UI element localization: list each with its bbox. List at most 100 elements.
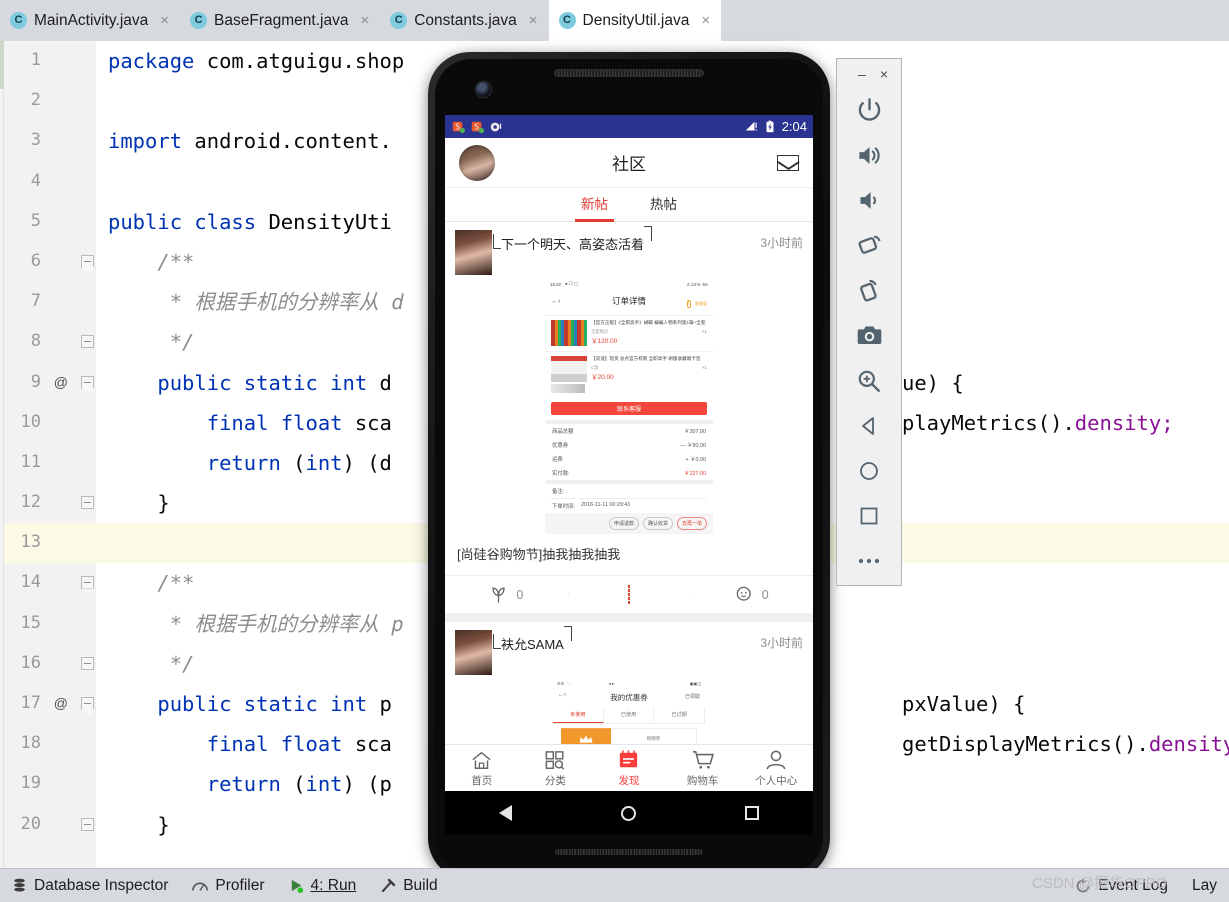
- editor-tab-basefragment[interactable]: C BaseFragment.java ×: [180, 0, 380, 41]
- nav-item-category[interactable]: 分类: [519, 745, 593, 791]
- tab-unused[interactable]: 未使用: [553, 707, 604, 724]
- gutter-line[interactable]: 14: [4, 563, 96, 603]
- rotate-right-icon[interactable]: [836, 268, 902, 313]
- annotation-gutter-icon[interactable]: @: [54, 374, 68, 390]
- android-home-icon[interactable]: [620, 805, 636, 821]
- buy-again-button[interactable]: 去再一单: [676, 517, 707, 531]
- status-item-event-log[interactable]: Event Log: [1063, 877, 1180, 895]
- back-icon[interactable]: [836, 403, 902, 448]
- tab-expired[interactable]: 已过期: [654, 707, 706, 724]
- list-item[interactable]: 下一个明天、高姿态活着 3小时前 15:22 ● ☐ ▢ 2.22% 56 ←‹…: [445, 222, 813, 576]
- nav-item-cart[interactable]: 购物车: [666, 745, 740, 791]
- home-icon[interactable]: [836, 448, 902, 493]
- android-back-icon[interactable]: [499, 805, 513, 821]
- contact-service-button[interactable]: 联系客服: [551, 402, 707, 416]
- android-navigation-bar[interactable]: [445, 791, 813, 835]
- status-item-build[interactable]: Build: [368, 877, 449, 895]
- code-fold-icon[interactable]: [81, 656, 94, 670]
- nav-item-home[interactable]: 首页: [445, 745, 519, 791]
- code-fold-icon[interactable]: [81, 576, 94, 590]
- close-icon[interactable]: ×: [160, 13, 169, 28]
- tab-new-posts[interactable]: 新帖: [575, 188, 614, 222]
- gutter-line[interactable]: 16: [4, 644, 96, 684]
- volume-down-icon[interactable]: [836, 178, 902, 223]
- close-icon[interactable]: ×: [529, 13, 538, 28]
- emulator-toolbar[interactable]: – ×: [836, 58, 902, 586]
- back-icon[interactable]: ←‹: [558, 692, 566, 698]
- gutter-line[interactable]: 8: [4, 322, 96, 362]
- gutter-line[interactable]: 20: [4, 805, 96, 845]
- editor-tab-mainactivity[interactable]: C MainActivity.java ×: [0, 0, 180, 41]
- gutter-line[interactable]: 4: [4, 162, 96, 202]
- like-action[interactable]: 0: [445, 585, 568, 604]
- list-item[interactable]: 衭允SAMA 3小时前 ☰☰ ⋯ ●● ▣▣◫ ←‹ 我的优惠券 已领取 未使用…: [445, 622, 813, 751]
- emulator-screen[interactable]: S S 2:04 社区 新帖 热帖 下一个明天、高姿态活着 3小时前 15:22…: [445, 115, 813, 791]
- close-icon[interactable]: ×: [880, 67, 888, 81]
- overview-icon[interactable]: [836, 493, 902, 538]
- gutter-line[interactable]: 2: [4, 81, 96, 121]
- code-fold-icon[interactable]: [81, 375, 94, 389]
- comment-action[interactable]: 0: [690, 585, 813, 604]
- nav-item-discover[interactable]: 发现: [592, 745, 666, 791]
- tab-hot-posts[interactable]: 热帖: [644, 188, 683, 222]
- power-icon[interactable]: [836, 88, 902, 133]
- status-item-run[interactable]: 4: Run: [277, 877, 369, 895]
- gutter-line[interactable]: 1: [4, 41, 96, 81]
- code-fold-icon[interactable]: [81, 496, 94, 510]
- mail-icon[interactable]: [777, 154, 799, 171]
- annotation-gutter-icon[interactable]: @: [54, 695, 68, 711]
- editor-gutter[interactable]: 1 2 3 4 5 6 7 8 9 @10 11 12 13 14 15 16 17 @18 19 20: [4, 41, 96, 869]
- gutter-line[interactable]: 13: [4, 523, 96, 564]
- gutter-line[interactable]: 11: [4, 443, 96, 483]
- gutter-line[interactable]: 15: [4, 604, 96, 644]
- volume-up-icon[interactable]: [836, 133, 902, 178]
- android-emulator-window[interactable]: S S 2:04 社区 新帖 热帖 下一个明天、高姿态活着 3小时前 15:22…: [428, 52, 833, 882]
- avatar[interactable]: [455, 630, 492, 676]
- gutter-line[interactable]: 10: [4, 403, 96, 443]
- status-item-database-inspector[interactable]: Database Inspector: [0, 877, 180, 895]
- zoom-icon[interactable]: [836, 358, 902, 403]
- gutter-line[interactable]: 19: [4, 764, 96, 804]
- gutter-line[interactable]: 17 @: [4, 684, 96, 724]
- avatar[interactable]: [459, 144, 495, 181]
- editor-tab-densityutil[interactable]: C DensityUtil.java ×: [548, 0, 722, 41]
- more-icon[interactable]: [836, 538, 902, 583]
- order-detail-screenshot[interactable]: 15:22 ● ☐ ▢ 2.22% 56 ←‹ 订单详情 ! 客服管 【官方正版…: [545, 279, 713, 535]
- rotate-left-icon[interactable]: [836, 223, 902, 268]
- gutter-line[interactable]: 7: [4, 282, 96, 322]
- code-fold-icon[interactable]: [81, 335, 94, 349]
- more-action[interactable]: [567, 585, 691, 604]
- app-bottom-nav[interactable]: 首页 分类 发现 购物车 个人中心: [445, 744, 813, 791]
- gutter-line[interactable]: 6: [4, 242, 96, 282]
- close-icon[interactable]: ×: [360, 13, 369, 28]
- coupon-screenshot[interactable]: ☰☰ ⋯ ●● ▣▣◫ ←‹ 我的优惠券 已领取 未使用 已使用 已过期 购物券: [553, 679, 706, 751]
- ide-status-bar[interactable]: Database Inspector Profiler 4: Run Build…: [0, 869, 1229, 902]
- code-fold-icon[interactable]: [81, 697, 94, 710]
- gutter-line[interactable]: 18: [4, 724, 96, 764]
- code-fold-icon[interactable]: [81, 817, 94, 831]
- emulator-window-controls[interactable]: – ×: [837, 59, 901, 88]
- close-icon[interactable]: ×: [701, 13, 710, 28]
- confirm-receipt-button[interactable]: 确认收货: [642, 517, 673, 531]
- coupon-tab-strip[interactable]: 未使用 已使用 已过期: [553, 707, 706, 725]
- gutter-line[interactable]: 12: [4, 483, 96, 523]
- tab-used[interactable]: 已使用: [604, 707, 655, 724]
- status-item-layout[interactable]: Lay: [1180, 877, 1229, 895]
- post-actions[interactable]: 0 0: [445, 575, 813, 613]
- minimize-icon[interactable]: –: [858, 67, 866, 81]
- android-recents-icon[interactable]: [744, 806, 759, 820]
- status-bar-right-group[interactable]: Event Log Lay: [1063, 877, 1229, 895]
- code-fold-icon[interactable]: [81, 254, 94, 268]
- refund-button[interactable]: 申请退款: [608, 517, 639, 531]
- editor-tab-label: DensityUtil.java: [582, 11, 690, 29]
- gutter-line[interactable]: 9 @: [4, 363, 96, 403]
- android-status-bar: S S 2:04: [445, 115, 813, 138]
- gutter-line[interactable]: 3: [4, 121, 96, 161]
- gutter-line[interactable]: 5: [4, 202, 96, 242]
- avatar[interactable]: [455, 230, 492, 275]
- editor-tab-constants[interactable]: C Constants.java ×: [380, 0, 548, 41]
- status-item-profiler[interactable]: Profiler: [180, 877, 276, 895]
- nav-item-profile[interactable]: 个人中心: [739, 745, 813, 791]
- camera-icon[interactable]: [836, 313, 902, 358]
- app-tab-strip[interactable]: 新帖 热帖: [445, 188, 813, 222]
